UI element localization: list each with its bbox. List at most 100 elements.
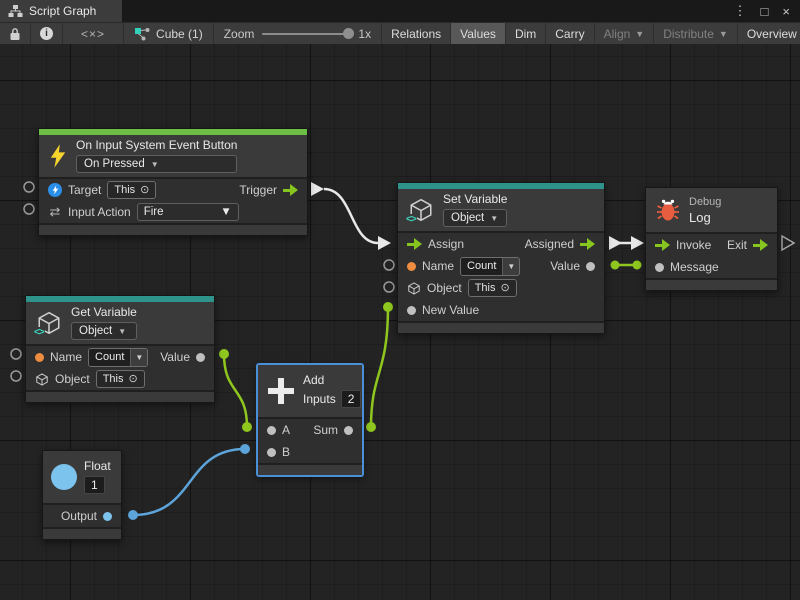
close-button[interactable]: × [782, 4, 790, 19]
code-preview-button[interactable]: <×> [63, 23, 124, 44]
new-value-input-port[interactable] [407, 306, 416, 315]
exit-output-port[interactable] [753, 239, 768, 251]
new-value-label: New Value [422, 303, 479, 317]
node-header: <> Get Variable Object▼ [26, 302, 214, 344]
wire-value-to-message[interactable] [611, 261, 642, 270]
zoom-slider-handle[interactable] [343, 28, 354, 39]
info-button[interactable]: i [31, 23, 63, 44]
target-row: Target This⊙ Trigger [39, 179, 307, 201]
node-header: Float 1 [43, 451, 121, 503]
node-on-input-system-event[interactable]: On Input System Event Button On Pressed▼… [38, 128, 308, 236]
node-footer [39, 223, 307, 235]
name-label: Name [50, 350, 82, 364]
wire-getvalue-to-addA[interactable] [219, 349, 252, 432]
node-header: On Input System Event Button On Pressed▼ [39, 135, 307, 177]
wire-assigned-to-invoke[interactable] [609, 236, 644, 250]
float-icon [51, 464, 77, 490]
assigned-output-port[interactable] [580, 238, 595, 250]
object-picker-icon[interactable]: ⊙ [128, 372, 137, 386]
value-label: Value [160, 350, 190, 364]
target-object-chip[interactable]: This⊙ [107, 181, 156, 199]
invoke-input-port[interactable] [655, 239, 670, 251]
float-value-field[interactable]: 1 [84, 476, 105, 494]
sum-output-port[interactable] [344, 426, 353, 435]
event-mode-dropdown[interactable]: On Pressed▼ [76, 155, 237, 173]
values-toggle[interactable]: Values [450, 23, 505, 44]
input-action-select[interactable]: Fire▼ [137, 203, 239, 221]
chevron-down-icon: ▼ [130, 349, 147, 366]
value-output-port[interactable] [196, 353, 205, 362]
carry-toggle[interactable]: Carry [545, 23, 593, 44]
trigger-output-port[interactable] [283, 184, 298, 196]
name-dropdown[interactable]: Count ▼ [460, 257, 520, 276]
assign-row: Assign Assigned [398, 233, 604, 255]
value-label: Value [550, 259, 580, 273]
inputs-label: Inputs [303, 393, 336, 406]
variable-kind-dropdown[interactable]: Object▼ [71, 322, 137, 340]
object-label: Object [427, 281, 462, 295]
input-action-label: Input Action [68, 205, 131, 219]
variable-cube-icon: <> [408, 196, 434, 224]
chevron-down-icon: ▼ [719, 29, 728, 39]
name-row: Name Count ▼ Value [26, 346, 214, 368]
getvariable-external-ports[interactable] [11, 349, 21, 381]
message-row: Message [646, 256, 777, 278]
node-footer [646, 278, 777, 290]
name-input-port[interactable] [407, 262, 416, 271]
target-label: Target [68, 183, 101, 197]
object-row: Object This⊙ [26, 368, 214, 390]
a-row: A Sum [258, 419, 362, 441]
node-title: On Input System Event Button [76, 139, 237, 152]
tab-title: Script Graph [29, 4, 96, 18]
b-input-port[interactable] [267, 448, 276, 457]
object-chip[interactable]: This⊙ [96, 370, 145, 388]
variable-brackets-icon: <> [405, 214, 417, 225]
node-title: Get Variable [71, 306, 137, 319]
node-get-variable[interactable]: <> Get Variable Object▼ Name Count ▼ Val… [25, 295, 215, 403]
lock-button[interactable] [0, 23, 31, 44]
object-chip[interactable]: This⊙ [468, 279, 517, 297]
graph-target-label: Cube (1) [156, 27, 203, 41]
node-add[interactable]: Add Inputs 2 A Sum B [257, 364, 363, 476]
name-input-port[interactable] [35, 353, 44, 362]
overview-button[interactable]: Overview [737, 23, 800, 44]
sum-label: Sum [313, 423, 338, 437]
dim-toggle[interactable]: Dim [505, 23, 545, 44]
value-output-port[interactable] [586, 262, 595, 271]
node-float[interactable]: Float 1 Output [42, 450, 122, 540]
node-title: Add [303, 374, 361, 387]
output-port[interactable] [103, 512, 112, 521]
node-set-variable[interactable]: <> Set Variable Object▼ Assign Assigned … [397, 182, 605, 334]
object-picker-icon[interactable]: ⊙ [500, 281, 509, 295]
graph-target-breadcrumb[interactable]: Cube (1) [124, 23, 214, 44]
b-row: B [258, 441, 362, 463]
wire-trigger-to-assign[interactable] [311, 182, 391, 250]
align-dropdown[interactable]: Align▼ [594, 23, 654, 44]
lock-icon [9, 27, 21, 41]
setvariable-external-ports[interactable] [384, 260, 394, 292]
name-dropdown[interactable]: Count ▼ [88, 348, 148, 367]
variable-kind-dropdown[interactable]: Object▼ [443, 209, 507, 227]
zoom-slider[interactable] [262, 33, 350, 35]
relations-toggle[interactable]: Relations [381, 23, 450, 44]
node-debug-log[interactable]: Debug Log Invoke Exit Message [645, 187, 778, 291]
object-picker-icon[interactable]: ⊙ [140, 183, 149, 197]
graph-canvas[interactable]: On Input System Event Button On Pressed▼… [0, 44, 800, 600]
object-label: Object [55, 372, 90, 386]
node-footer [258, 463, 362, 475]
tab-script-graph[interactable]: Script Graph [0, 0, 122, 22]
variable-cube-icon: <> [36, 309, 62, 337]
debug-exit-external-port[interactable] [782, 236, 794, 250]
a-input-port[interactable] [267, 426, 276, 435]
lightning-icon [49, 143, 67, 169]
wire-float-to-addB[interactable] [128, 444, 250, 520]
event-external-ports[interactable] [24, 182, 34, 214]
message-input-port[interactable] [655, 263, 664, 272]
input-system-icon [48, 183, 62, 197]
maximize-button[interactable]: □ [761, 4, 769, 19]
assign-input-port[interactable] [407, 238, 422, 250]
inputs-count-field[interactable]: 2 [341, 390, 362, 408]
distribute-dropdown[interactable]: Distribute▼ [653, 23, 737, 44]
window-menu-button[interactable]: ⋮ [734, 3, 747, 19]
wire-sum-to-newvalue[interactable] [366, 302, 393, 432]
